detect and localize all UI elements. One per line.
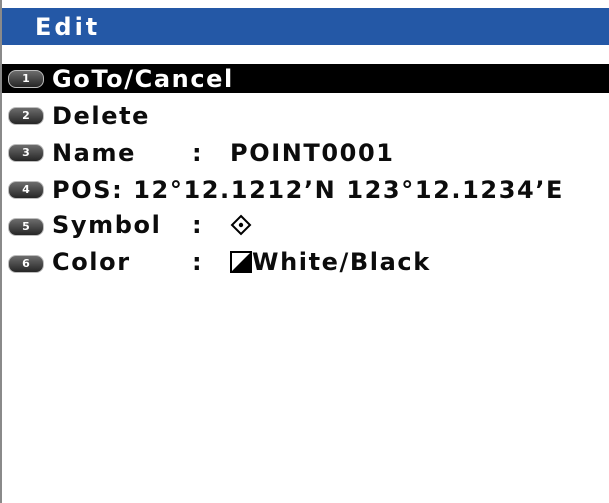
menu-item-delete[interactable]: 2 Delete xyxy=(2,101,609,130)
menu-item-label: Name xyxy=(52,138,136,167)
separator-colon: : xyxy=(192,138,204,167)
menu-item-number: 5 xyxy=(22,220,30,233)
position-value: 12°12.1212’N 123°12.1234’E xyxy=(133,175,565,204)
title-bar: Edit xyxy=(2,8,609,45)
edit-menu: 1 GoTo/Cancel 2 Delete 3 Name: POINT0001 … xyxy=(2,64,609,286)
color-value: White/Black xyxy=(252,248,431,276)
name-value: POINT0001 xyxy=(230,138,395,167)
menu-item-name[interactable]: 3 Name: POINT0001 xyxy=(2,138,609,167)
menu-item-color-text: Color: White/Black xyxy=(52,248,431,279)
menu-item-number: 1 xyxy=(22,72,30,85)
page-title: Edit xyxy=(35,12,101,41)
menu-item-label: Symbol xyxy=(52,211,162,239)
menu-item-color[interactable]: 6 Color: White/Black xyxy=(2,248,609,279)
menu-item-number: 3 xyxy=(22,146,30,159)
number-5-key-icon: 5 xyxy=(8,217,44,236)
number-4-key-icon: 4 xyxy=(8,180,44,199)
menu-item-label: GoTo/Cancel xyxy=(52,64,234,93)
menu-item-number: 4 xyxy=(22,183,30,196)
menu-item-label: POS: xyxy=(52,175,124,204)
menu-item-number: 6 xyxy=(22,257,30,270)
number-3-key-icon: 3 xyxy=(8,143,44,162)
menu-item-label: Color xyxy=(52,248,131,276)
menu-item-symbol[interactable]: 5 Symbol: xyxy=(2,211,609,242)
separator-colon: : xyxy=(192,211,204,239)
menu-item-label: Delete xyxy=(52,101,151,130)
separator-colon: : xyxy=(192,248,204,276)
diamond-dot-icon xyxy=(230,214,252,242)
edit-screen: Edit 1 GoTo/Cancel 2 Delete 3 Name: POINT… xyxy=(0,0,609,503)
number-1-key-icon: 1 xyxy=(8,69,44,88)
menu-item-position[interactable]: 4 POS: 12°12.1212’N 123°12.1234’E xyxy=(2,175,609,204)
black-white-swatch-icon xyxy=(230,251,252,279)
menu-item-goto-cancel[interactable]: 1 GoTo/Cancel xyxy=(2,64,609,93)
menu-item-name-text: Name: POINT0001 xyxy=(52,139,395,167)
number-6-key-icon: 6 xyxy=(8,254,44,273)
menu-item-symbol-text: Symbol: xyxy=(52,211,252,242)
menu-item-position-text: POS: 12°12.1212’N 123°12.1234’E xyxy=(52,176,564,204)
menu-item-number: 2 xyxy=(22,109,30,122)
number-2-key-icon: 2 xyxy=(8,106,44,125)
